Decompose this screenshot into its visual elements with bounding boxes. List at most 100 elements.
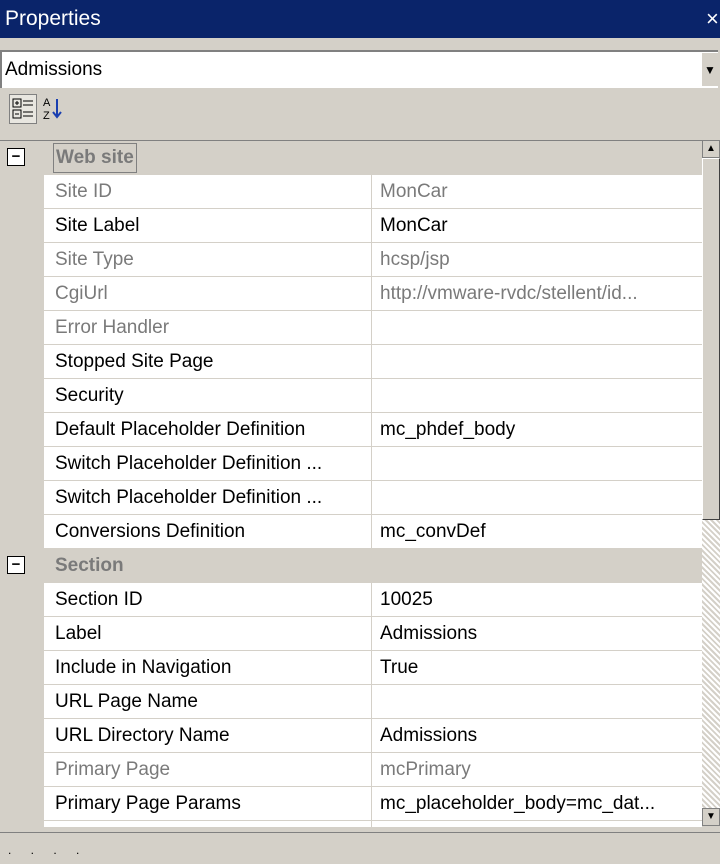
- property-value[interactable]: mc_phdef_body: [380, 413, 698, 447]
- row-gutter: [0, 753, 44, 787]
- row-gutter: [0, 787, 44, 821]
- scroll-thumb[interactable]: [702, 158, 720, 520]
- row-gutter: [0, 379, 44, 413]
- property-value[interactable]: Admissions: [380, 719, 698, 753]
- property-row[interactable]: Stopped Site Page: [0, 345, 702, 379]
- property-value: hcsp/jsp: [380, 249, 450, 270]
- property-name: Default Placeholder Definition: [55, 419, 306, 440]
- categorized-button[interactable]: [9, 94, 37, 124]
- column-splitter[interactable]: [371, 583, 372, 617]
- row-gutter: [0, 277, 44, 311]
- close-icon[interactable]: ×: [706, 0, 719, 38]
- property-row[interactable]: CgiUrl http://vmware-rvdc/stellent/id...: [0, 277, 702, 311]
- row-gutter: [0, 719, 44, 753]
- row-gutter: [0, 481, 44, 515]
- categorized-icon: [12, 98, 33, 119]
- column-splitter[interactable]: [371, 379, 372, 413]
- property-value[interactable]: MonCar: [380, 209, 698, 243]
- property-name: Stopped Site Page: [55, 351, 214, 372]
- row-gutter: [0, 345, 44, 379]
- column-splitter[interactable]: [371, 413, 372, 447]
- property-name: URL Directory Name: [55, 725, 230, 746]
- row-gutter: [0, 583, 44, 617]
- category-label: Web site: [53, 143, 137, 173]
- sort-az-icon: A Z: [43, 97, 62, 122]
- property-row[interactable]: Error Handler: [0, 311, 702, 345]
- property-row[interactable]: Site Type hcsp/jsp: [0, 243, 702, 277]
- column-splitter[interactable]: [371, 481, 372, 515]
- column-splitter[interactable]: [371, 685, 372, 719]
- title-bar: Properties ×: [0, 0, 720, 38]
- column-splitter[interactable]: [371, 651, 372, 685]
- row-gutter: [0, 209, 44, 243]
- column-splitter[interactable]: [371, 311, 372, 345]
- row-gutter: [0, 413, 44, 447]
- property-row[interactable]: Site ID MonCar: [0, 175, 702, 209]
- property-value: mcPrimary: [380, 759, 471, 780]
- property-row[interactable]: Switch Placeholder Definition ...: [0, 447, 702, 481]
- column-splitter[interactable]: [371, 617, 372, 651]
- description-bar: . . . .: [0, 832, 720, 864]
- column-splitter[interactable]: [371, 719, 372, 753]
- property-name: CgiUrl: [55, 283, 108, 304]
- row-gutter: [0, 821, 44, 827]
- property-row[interactable]: URL Directory Name Admissions: [0, 719, 702, 753]
- property-value[interactable]: Admissions: [380, 617, 698, 651]
- column-splitter[interactable]: [371, 447, 372, 481]
- column-splitter[interactable]: [371, 209, 372, 243]
- category-row[interactable]: − Section: [0, 549, 702, 583]
- property-row[interactable]: Switch Placeholder Definition ...: [0, 481, 702, 515]
- property-row[interactable]: Site Label MonCar: [0, 209, 702, 243]
- column-splitter[interactable]: [371, 787, 372, 821]
- svg-text:Z: Z: [43, 110, 50, 122]
- property-row[interactable]: Section ID 10025: [0, 583, 702, 617]
- row-gutter: [0, 617, 44, 651]
- property-value: http://vmware-rvdc/stellent/id...: [380, 283, 638, 304]
- row-gutter: [0, 515, 44, 549]
- column-splitter[interactable]: [371, 821, 372, 827]
- column-splitter[interactable]: [371, 753, 372, 787]
- column-splitter[interactable]: [371, 515, 372, 549]
- property-name: Primary Page Region Templates: [55, 821, 365, 827]
- property-value[interactable]: mc_placeholder_body=mc_pla...: [380, 821, 698, 827]
- collapse-icon[interactable]: −: [7, 148, 25, 166]
- column-splitter[interactable]: [371, 175, 372, 209]
- property-row[interactable]: Primary Page mcPrimary: [0, 753, 702, 787]
- property-name: Site Type: [55, 249, 134, 270]
- property-value[interactable]: mc_convDef: [380, 515, 698, 549]
- row-gutter: [0, 243, 44, 277]
- column-splitter[interactable]: [371, 277, 372, 311]
- row-gutter: [0, 651, 44, 685]
- property-name: Primary Page Params: [55, 793, 241, 814]
- property-row[interactable]: URL Page Name: [0, 685, 702, 719]
- property-row[interactable]: Primary Page Region Templates mc_placehol…: [0, 821, 702, 827]
- property-value: MonCar: [380, 181, 448, 202]
- vertical-scrollbar[interactable]: ▲ ▼: [702, 140, 720, 826]
- property-value[interactable]: 10025: [380, 583, 698, 617]
- category-label: Section: [55, 555, 124, 576]
- category-row[interactable]: − Web site: [0, 141, 702, 175]
- property-row[interactable]: Conversions Definition mc_convDef: [0, 515, 702, 549]
- dropdown-arrow-icon[interactable]: ▼: [701, 52, 718, 86]
- property-row[interactable]: Security: [0, 379, 702, 413]
- property-value[interactable]: mc_placeholder_body=mc_dat...: [380, 787, 698, 821]
- column-splitter[interactable]: [371, 345, 372, 379]
- property-name: Label: [55, 623, 102, 644]
- alphabetical-button[interactable]: A Z: [40, 94, 68, 124]
- object-selector[interactable]: Admissions ▼: [0, 50, 718, 88]
- description-text: . . . .: [8, 843, 88, 857]
- property-row[interactable]: Include in Navigation True: [0, 651, 702, 685]
- scroll-up-icon[interactable]: ▲: [702, 140, 720, 158]
- property-row[interactable]: Default Placeholder Definition mc_phdef_b…: [0, 413, 702, 447]
- column-splitter[interactable]: [371, 243, 372, 277]
- property-row[interactable]: Primary Page Params mc_placeholder_body=m…: [0, 787, 702, 821]
- property-name: Switch Placeholder Definition ...: [55, 453, 323, 474]
- scroll-down-icon[interactable]: ▼: [702, 808, 720, 826]
- collapse-icon[interactable]: −: [7, 556, 25, 574]
- property-name: Site Label: [55, 215, 140, 236]
- property-grid: − Web site Site ID MonCar Site Label MonCar Si…: [0, 140, 702, 827]
- property-value[interactable]: True: [380, 651, 698, 685]
- property-name: Error Handler: [55, 317, 170, 338]
- window-title: Properties: [5, 7, 101, 30]
- property-row[interactable]: Label Admissions: [0, 617, 702, 651]
